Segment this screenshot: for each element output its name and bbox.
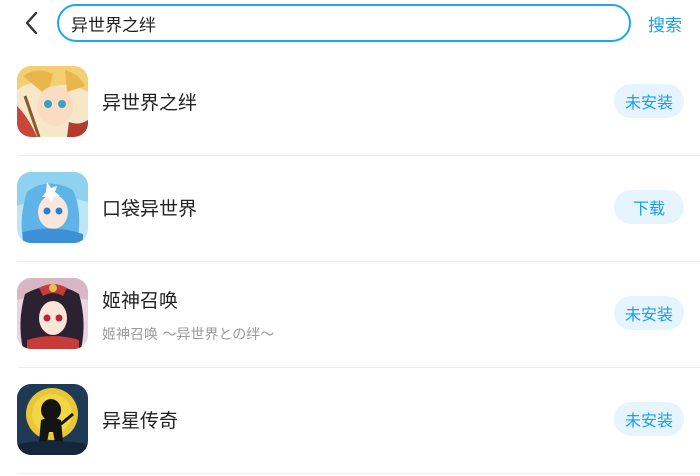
search-header: 搜索 <box>0 0 700 50</box>
app-name: 口袋异世界 <box>102 198 198 220</box>
chevron-left-icon <box>25 11 38 35</box>
list-item[interactable]: 口袋异世界 下载 <box>0 156 700 262</box>
divider <box>18 473 700 474</box>
app-name: 姬神召唤 <box>102 290 179 312</box>
list-item[interactable]: 异星传奇 未安装 <box>0 368 700 474</box>
download-button[interactable]: 下载 <box>614 190 684 224</box>
search-box[interactable] <box>57 4 631 42</box>
not-installed-button[interactable]: 未安装 <box>614 296 684 330</box>
not-installed-button[interactable]: 未安装 <box>614 402 684 436</box>
app-icon-yishijie <box>17 66 88 137</box>
app-icon-koudai <box>17 172 88 243</box>
app-name: 异世界之绊 <box>102 92 198 114</box>
list-item[interactable]: 姬神召唤 姬神召唤 ～异世界との绊～ 未安装 <box>0 262 700 368</box>
app-name: 异星传奇 <box>102 410 179 432</box>
list-item[interactable]: 异世界之绊 未安装 <box>0 50 700 156</box>
app-subtitle: 姬神召唤 ～异世界との绊～ <box>102 327 275 343</box>
app-icon-yixing <box>17 384 88 455</box>
search-results-list: 异世界之绊 未安装 口袋异世界 下载 姬神召唤 姬神召唤 ～异世界との绊～ 未安… <box>0 50 700 474</box>
app-icon-jishen <box>17 278 88 349</box>
search-button[interactable]: 搜索 <box>648 11 682 36</box>
back-button[interactable] <box>14 8 48 38</box>
not-installed-button[interactable]: 未安装 <box>614 84 684 118</box>
search-input[interactable] <box>71 13 611 33</box>
